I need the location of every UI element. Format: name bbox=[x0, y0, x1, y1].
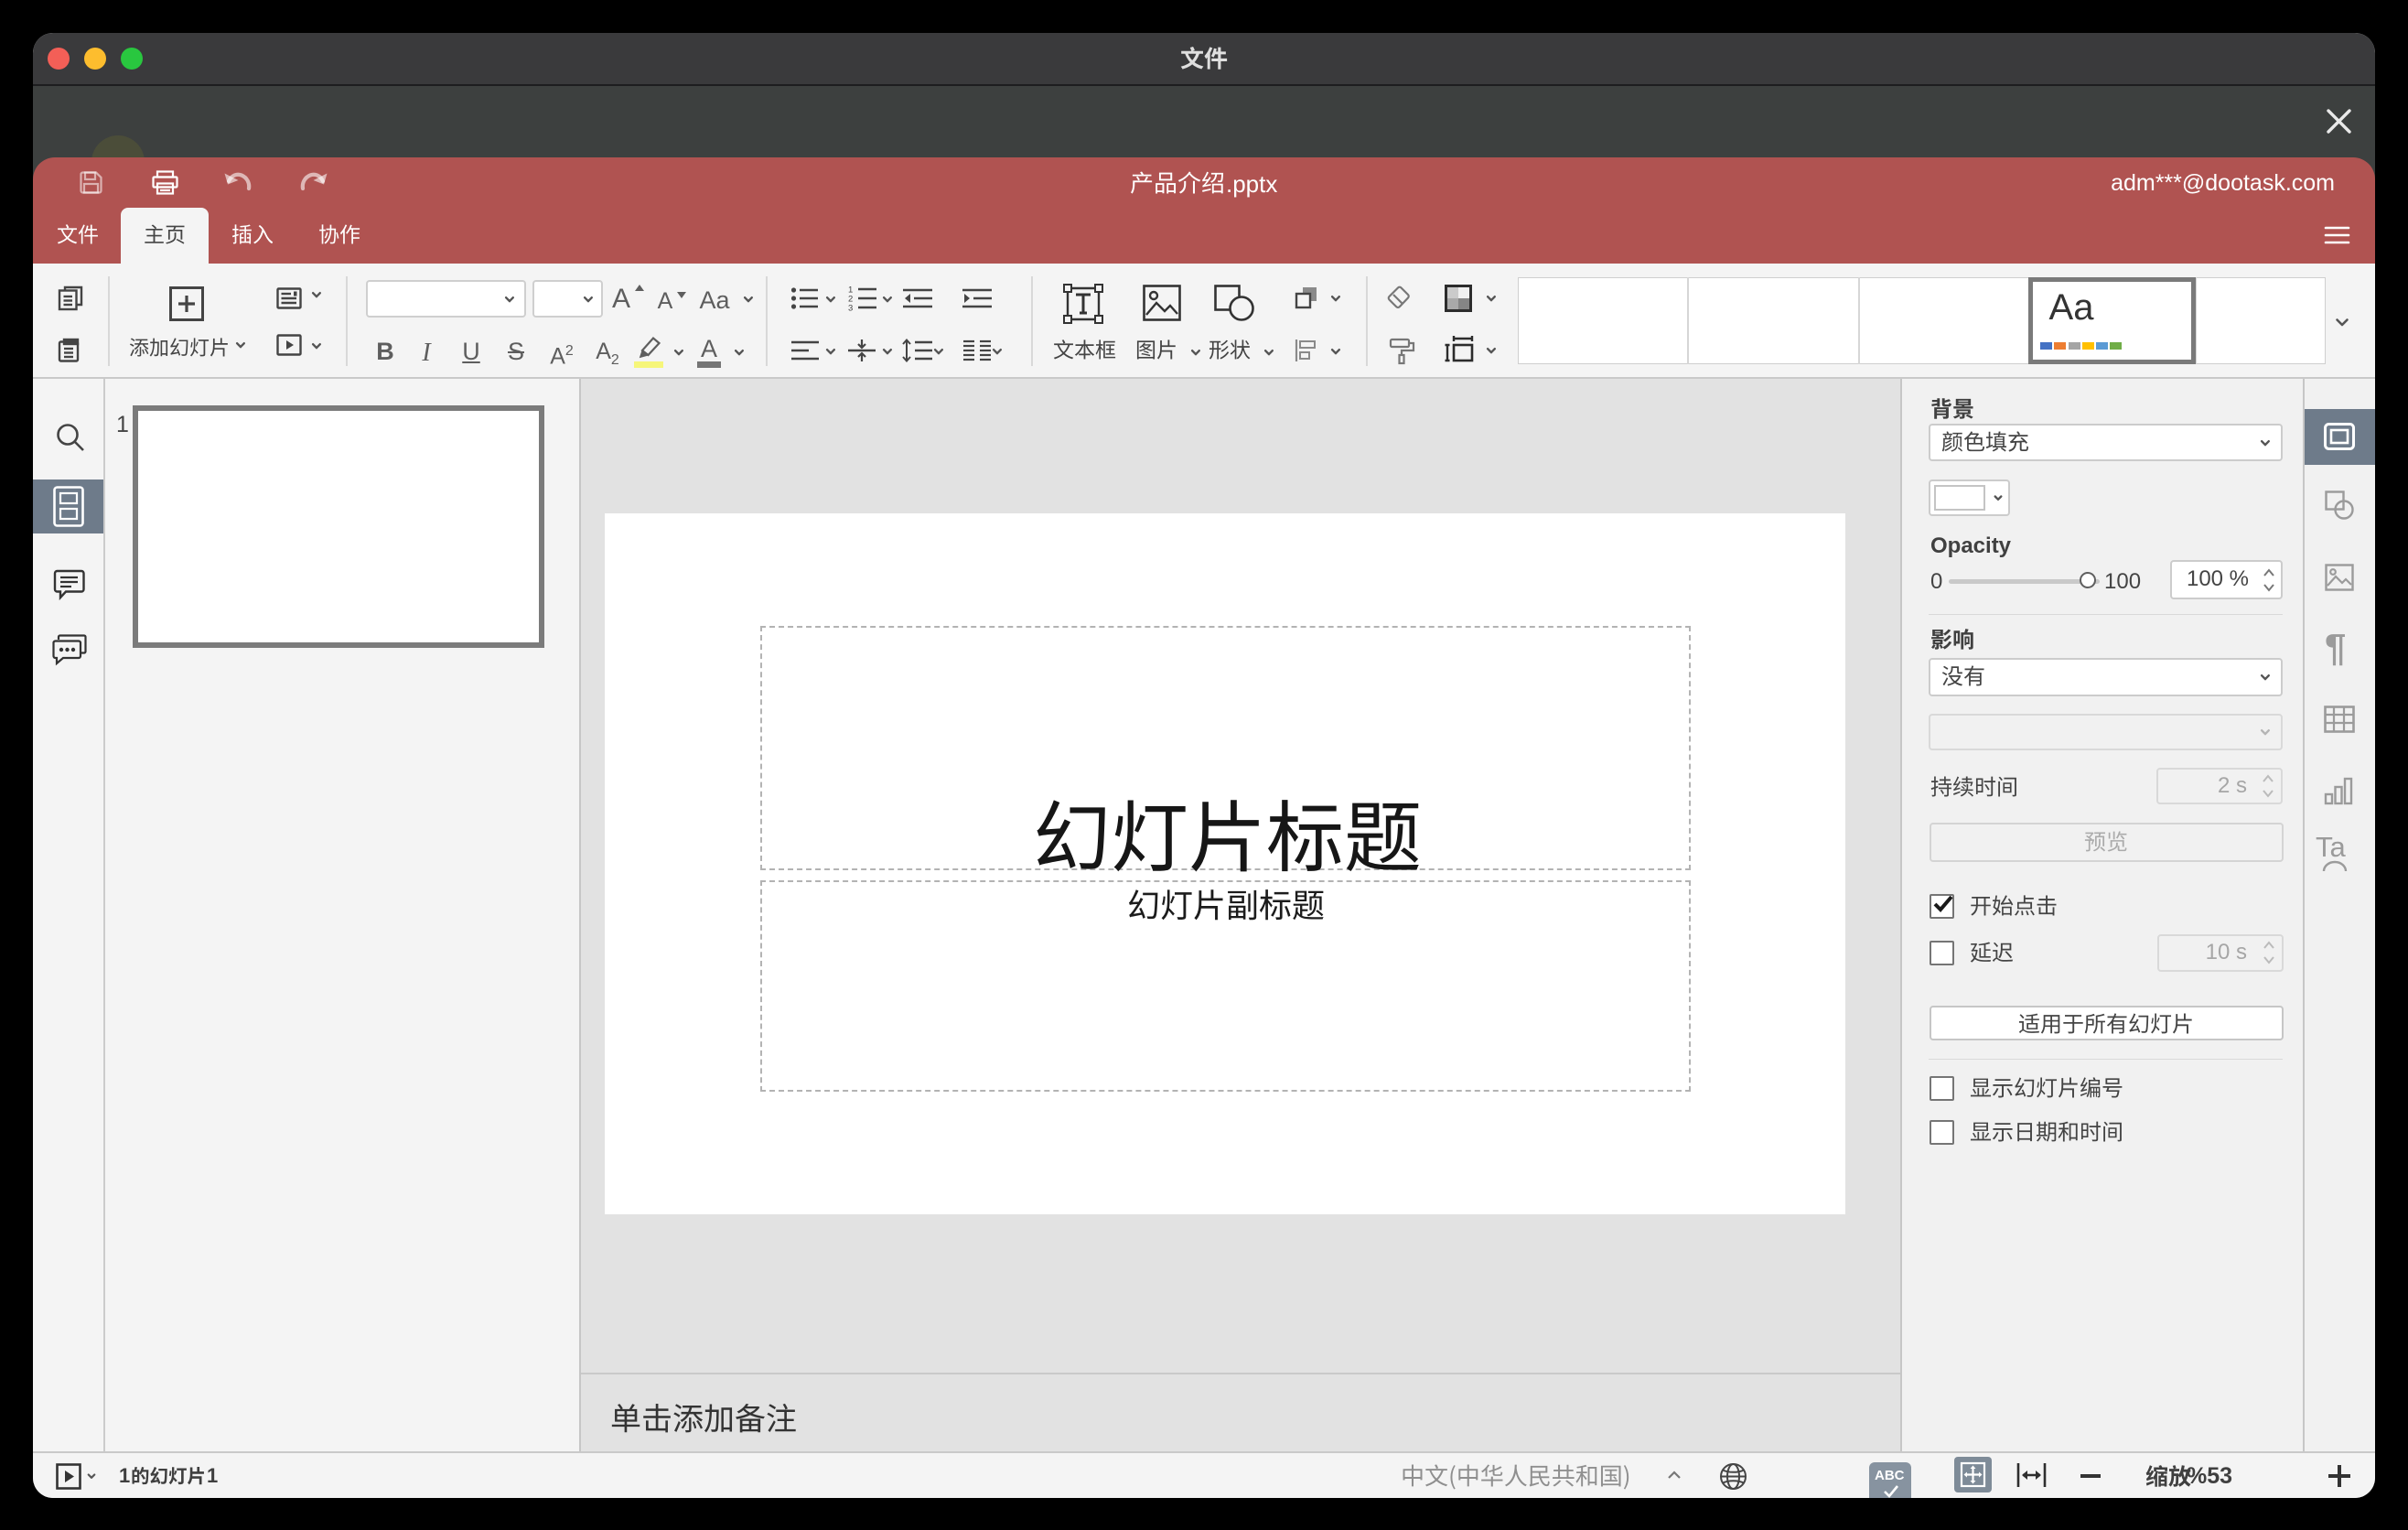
svg-text:3: 3 bbox=[848, 304, 853, 314]
